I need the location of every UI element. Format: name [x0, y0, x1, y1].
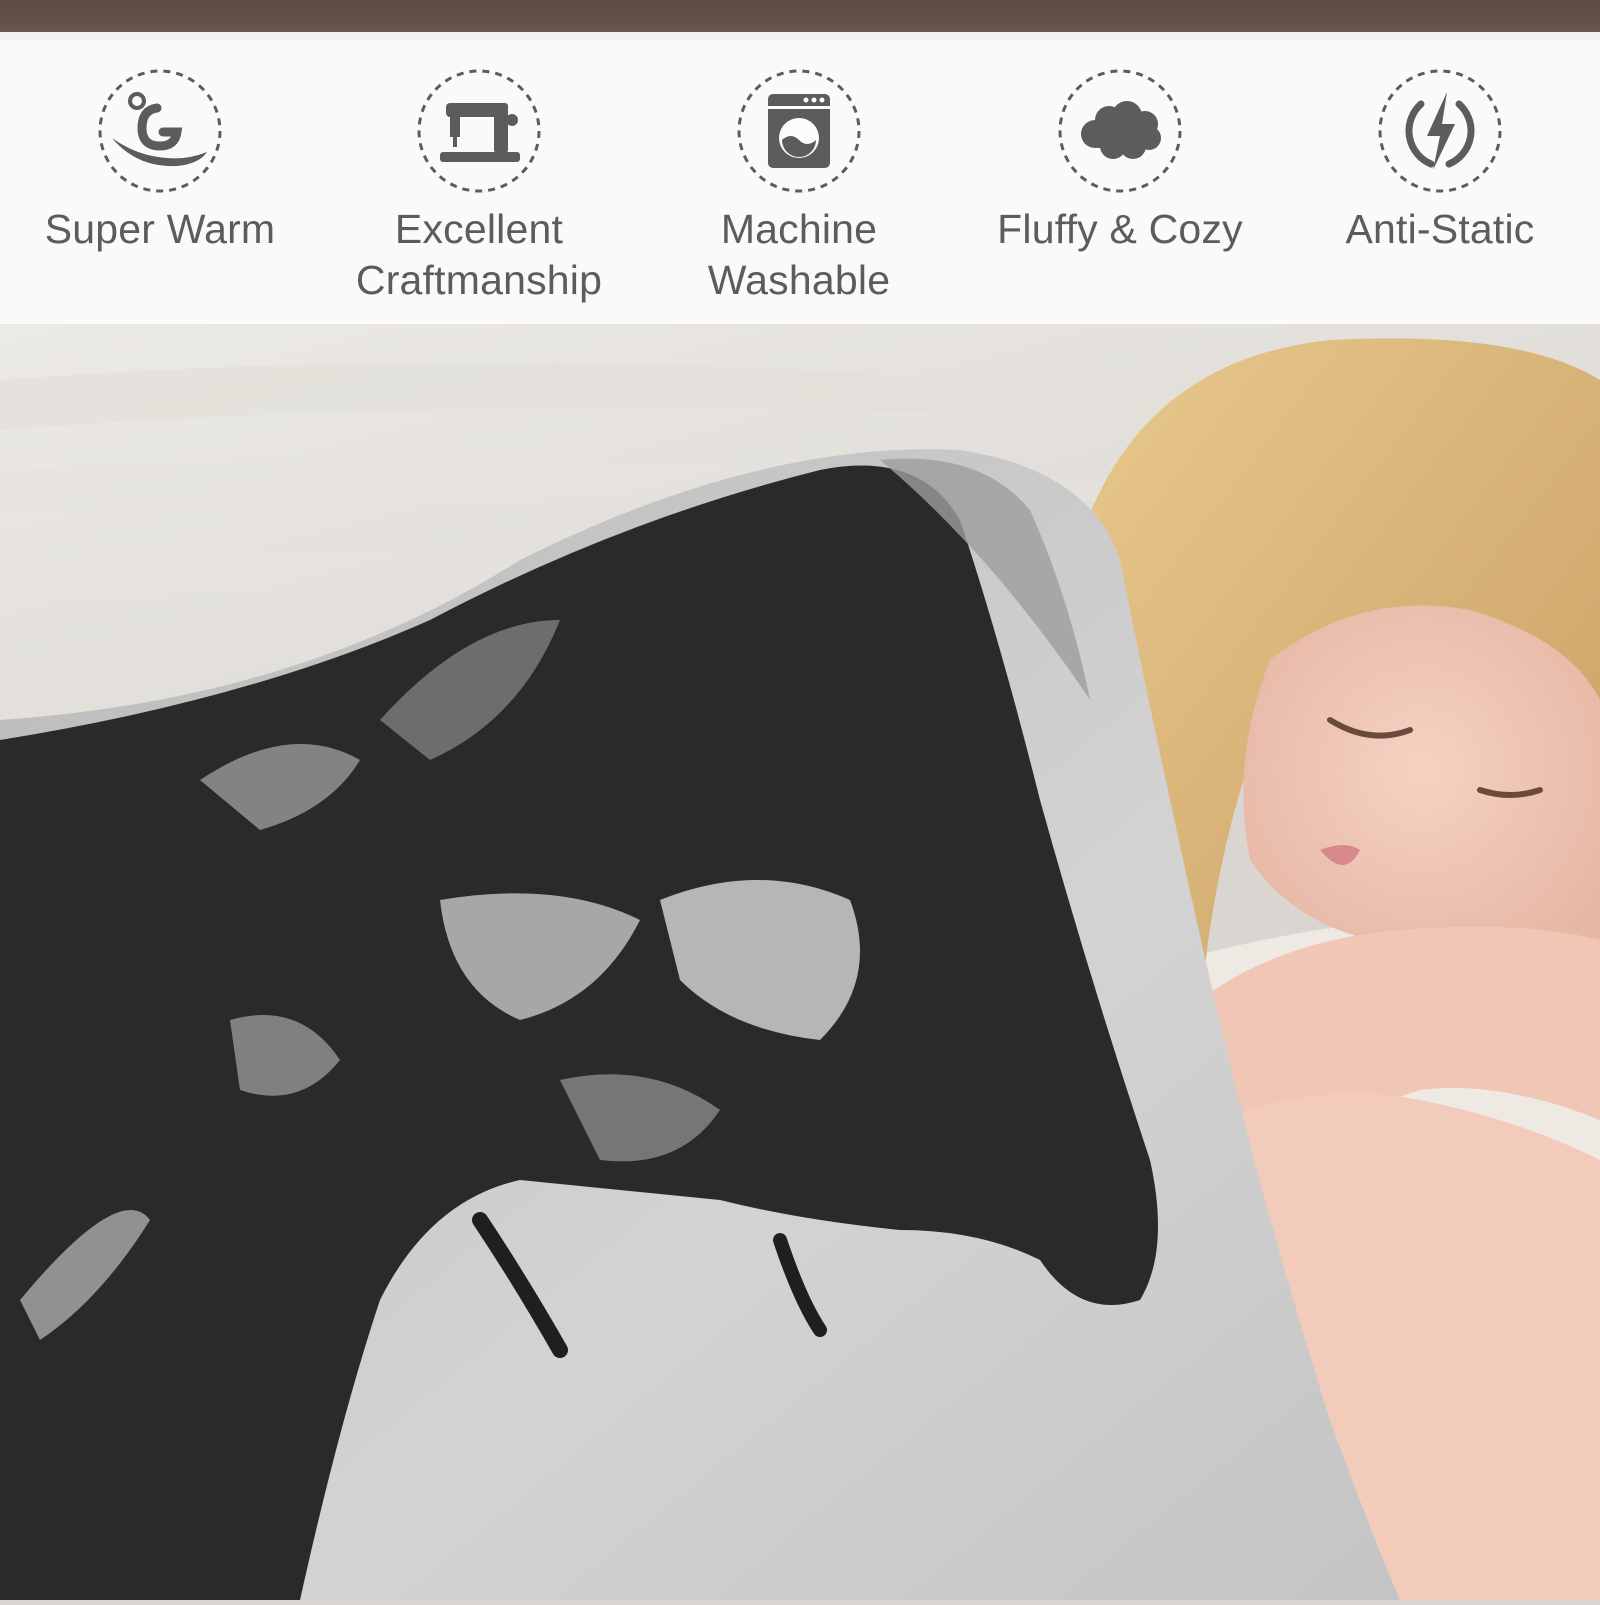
feature-label-line1: Super Warm — [15, 204, 305, 255]
feature-super-warm: Super Warm — [15, 68, 305, 255]
face — [1243, 606, 1600, 970]
feature-label: Fluffy & Cozy — [975, 204, 1265, 255]
lightning-icon — [1377, 68, 1503, 194]
feature-label-line1: Machine — [654, 204, 944, 255]
feature-excellent-craftmanship: Excellent Craftmanship — [334, 68, 624, 306]
feature-label-line1: Anti-Static — [1295, 204, 1585, 255]
feature-label: Excellent Craftmanship — [334, 204, 624, 306]
feature-label-line1: Excellent — [334, 204, 624, 255]
feature-label-line2: Craftmanship — [334, 255, 624, 306]
super-warm-icon — [97, 68, 223, 194]
cloud-icon — [1057, 68, 1183, 194]
feature-anti-static: Anti-Static — [1295, 68, 1585, 255]
feature-label: Anti-Static — [1295, 204, 1585, 255]
feature-label: Super Warm — [15, 204, 305, 255]
feature-label-line2: Washable — [654, 255, 944, 306]
washing-machine-icon — [736, 68, 862, 194]
feature-label-line1: Fluffy & Cozy — [975, 204, 1265, 255]
feature-machine-washable: Machine Washable — [654, 68, 944, 306]
feature-label: Machine Washable — [654, 204, 944, 306]
sewing-machine-icon — [416, 68, 542, 194]
feature-fluffy-cozy: Fluffy & Cozy — [975, 68, 1265, 255]
